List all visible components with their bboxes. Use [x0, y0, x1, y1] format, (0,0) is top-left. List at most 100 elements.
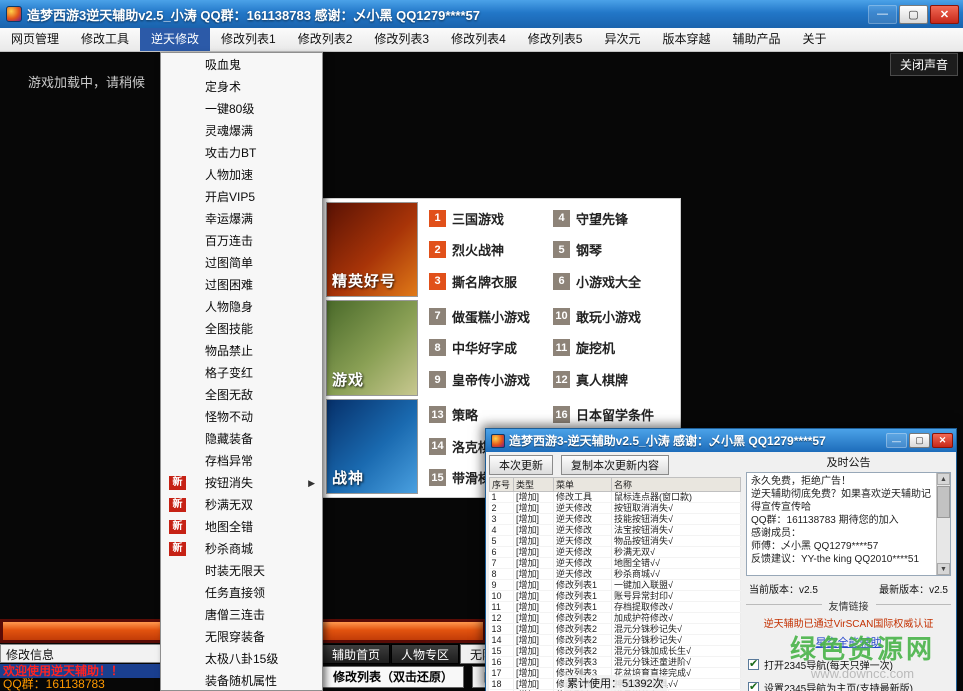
dropdown-menu-item[interactable]: 全图无敌 [161, 384, 322, 406]
dropdown-menu-item[interactable]: 格子变红 [161, 362, 322, 384]
dropdown-menu-item[interactable]: 开启VIP5 [161, 186, 322, 208]
game-link[interactable]: 2 烈火战神 [429, 240, 553, 259]
table-row[interactable]: 3 [增加] 逆天修改 技能按钮消失√ [490, 514, 741, 525]
dropdown-menu-item[interactable]: 隐藏装备 [161, 428, 322, 450]
game-link[interactable]: 16 日本留学条件 [553, 405, 677, 424]
table-row[interactable]: 15 [增加] 修改列表2 混元分铢加成长生√ [490, 646, 741, 657]
minimize-button[interactable]: — [868, 5, 897, 24]
dropdown-menu-item[interactable]: 过图简单 [161, 252, 322, 274]
menu-item[interactable]: 修改列表3 [363, 28, 440, 51]
game-link[interactable]: 7 做蛋糕小游戏 [429, 307, 553, 326]
game-thumbnail[interactable]: 精英好号 [326, 202, 418, 297]
menu-item[interactable]: 修改工具 [70, 28, 140, 51]
close-sound-button[interactable]: 关闭声音 [890, 53, 958, 76]
maximize-button[interactable]: ▢ [899, 5, 928, 24]
menu-item[interactable]: 版本穿越 [652, 28, 722, 51]
game-link[interactable]: 12 真人棋牌 [553, 370, 677, 389]
dropdown-menu-item[interactable]: 太极八卦15级 [161, 648, 322, 670]
menu-item[interactable]: 修改列表5 [517, 28, 594, 51]
game-link[interactable]: 8 中华好字成 [429, 338, 553, 357]
table-row[interactable]: 12 [增加] 修改列表2 加成护符修改√ [490, 613, 741, 624]
dropdown-menu-item[interactable]: 吸血鬼 [161, 54, 322, 76]
scrollbar-thumb[interactable] [937, 486, 950, 518]
dropdown-menu-item[interactable]: 过图困难 [161, 274, 322, 296]
dropdown-menu-item[interactable]: 定身术 [161, 76, 322, 98]
dropdown-menu-item[interactable]: 灵魂爆满 [161, 120, 322, 142]
dropdown-menu-item[interactable]: 物品禁止 [161, 340, 322, 362]
dialog-maximize-button[interactable]: ▢ [909, 433, 930, 448]
copy-update-button[interactable]: 复制本次更新内容 [561, 455, 669, 475]
nav-option-checkbox[interactable]: 设置2345导航为主页(支持最新版) [748, 680, 951, 691]
bottom-tab[interactable]: 辅助首页 [322, 644, 390, 664]
dropdown-menu-item[interactable]: 无限穿装备 [161, 626, 322, 648]
bottom-tab[interactable]: 修改列表（双击还原） [322, 666, 464, 688]
table-row[interactable]: 13 [增加] 修改列表2 混元分铢秒记失√ [490, 624, 741, 635]
table-row[interactable]: 6 [增加] 逆天修改 秒满无双√ [490, 547, 741, 558]
table-row[interactable]: 8 [增加] 逆天修改 秒杀商城√√ [490, 569, 741, 580]
dialog-close-button[interactable]: ✕ [932, 433, 953, 448]
menu-item[interactable]: 逆天修改 [140, 28, 210, 51]
bottom-tab[interactable]: 人物专区 [391, 644, 459, 664]
game-link[interactable]: 10 敢玩小游戏 [553, 307, 677, 326]
update-dialog: 造梦西游3-逆天辅助v2.5_小涛 感谢：乄小黑 QQ1279****57 — … [485, 428, 957, 691]
game-link[interactable]: 9 皇帝传小游戏 [429, 370, 553, 389]
game-link[interactable]: 3 撕名牌衣服 [429, 272, 553, 291]
dropdown-menu-item[interactable]: 时装无限天 [161, 560, 322, 582]
game-link[interactable]: 11 旋挖机 [553, 338, 677, 357]
dropdown-menu-item[interactable]: 唐僧三连击 [161, 604, 322, 626]
table-row[interactable]: 11 [增加] 修改列表1 存档提取修改√ [490, 602, 741, 613]
menu-item[interactable]: 辅助产品 [722, 28, 792, 51]
game-link[interactable]: 4 守望先锋 [553, 209, 677, 228]
table-row[interactable]: 2 [增加] 逆天修改 按钮取消消失√ [490, 503, 741, 514]
dropdown-menu-item[interactable]: 人物加速 [161, 164, 322, 186]
menu-item[interactable]: 关于 [792, 28, 838, 51]
thumbnail-label: 战神 [332, 467, 364, 488]
table-row[interactable]: 9 [增加] 修改列表1 一键加入联盟√ [490, 580, 741, 591]
table-row[interactable]: 4 [增加] 逆天修改 法宝按钮消失√ [490, 525, 741, 536]
table-row[interactable]: 5 [增加] 逆天修改 物品按钮消失√ [490, 536, 741, 547]
table-row[interactable]: 7 [增加] 逆天修改 地图全错√√ [490, 558, 741, 569]
game-link[interactable]: 5 钢琴 [553, 240, 677, 259]
dropdown-menu-item[interactable]: 存档异常 [161, 450, 322, 472]
dropdown-menu-item[interactable]: 装备随机属性 [161, 670, 322, 691]
dropdown-menu-item[interactable]: 全图技能 [161, 318, 322, 340]
this-update-button[interactable]: 本次更新 [489, 455, 553, 475]
game-link[interactable]: 1 三国游戏 [429, 209, 553, 228]
scroll-up-icon[interactable]: ▲ [937, 473, 950, 485]
dropdown-menu-item[interactable]: 任务直接领 [161, 582, 322, 604]
dropdown-menu-item[interactable]: 新 地图全错 [161, 516, 322, 538]
cell-no: 12 [490, 613, 514, 624]
dropdown-menu-item[interactable]: 新 秒杀商城 [161, 538, 322, 560]
dropdown-menu-item[interactable]: 人物隐身 [161, 296, 322, 318]
scroll-down-icon[interactable]: ▼ [937, 563, 950, 575]
menu-item[interactable]: 修改列表4 [440, 28, 517, 51]
dropdown-menu-item[interactable]: 攻击力BT [161, 142, 322, 164]
dropdown-menu-item[interactable]: 百万连击 [161, 230, 322, 252]
dropdown-item-label: 幸运爆满 [205, 212, 253, 226]
table-row[interactable]: 16 [增加] 修改列表3 混元分铢还童进阶√ [490, 657, 741, 668]
table-row[interactable]: 1 [增加] 修改工具 鼠标连点器(窗口款) [490, 492, 741, 503]
menu-item[interactable]: 修改列表1 [210, 28, 287, 51]
dropdown-menu-item[interactable]: 新 按钮消失 ▶ [161, 472, 322, 494]
game-link[interactable]: 13 策略 [429, 405, 553, 424]
checkbox-icon[interactable] [748, 682, 759, 691]
dropdown-menu-item[interactable]: 一键80级 [161, 98, 322, 120]
dropdown-menu-item[interactable]: 怪物不动 [161, 406, 322, 428]
star-helper-link[interactable]: 星空全能辅助 [746, 634, 951, 650]
close-button[interactable]: ✕ [930, 5, 959, 24]
dropdown-menu-item[interactable]: 幸运爆满 [161, 208, 322, 230]
dialog-minimize-button[interactable]: — [886, 433, 907, 448]
table-row[interactable]: 10 [增加] 修改列表1 账号异常封印√ [490, 591, 741, 602]
table-row[interactable]: 14 [增加] 修改列表2 混元分铢秒记失√ [490, 635, 741, 646]
game-link-number: 16 [553, 406, 570, 423]
game-thumbnail[interactable]: 战神 [326, 399, 418, 494]
checkbox-icon[interactable] [748, 659, 759, 670]
game-link[interactable]: 6 小游戏大全 [553, 272, 677, 291]
nav-option-checkbox[interactable]: 打开2345导航(每天只弹一次) [748, 657, 951, 672]
menu-item[interactable]: 网页管理 [0, 28, 70, 51]
menu-item[interactable]: 异次元 [593, 28, 651, 51]
game-thumbnail[interactable]: 游戏 [326, 300, 418, 395]
menu-item[interactable]: 修改列表2 [287, 28, 364, 51]
dropdown-menu-item[interactable]: 新 秒满无双 [161, 494, 322, 516]
notice-scrollbar[interactable]: ▲ ▼ [936, 473, 950, 575]
